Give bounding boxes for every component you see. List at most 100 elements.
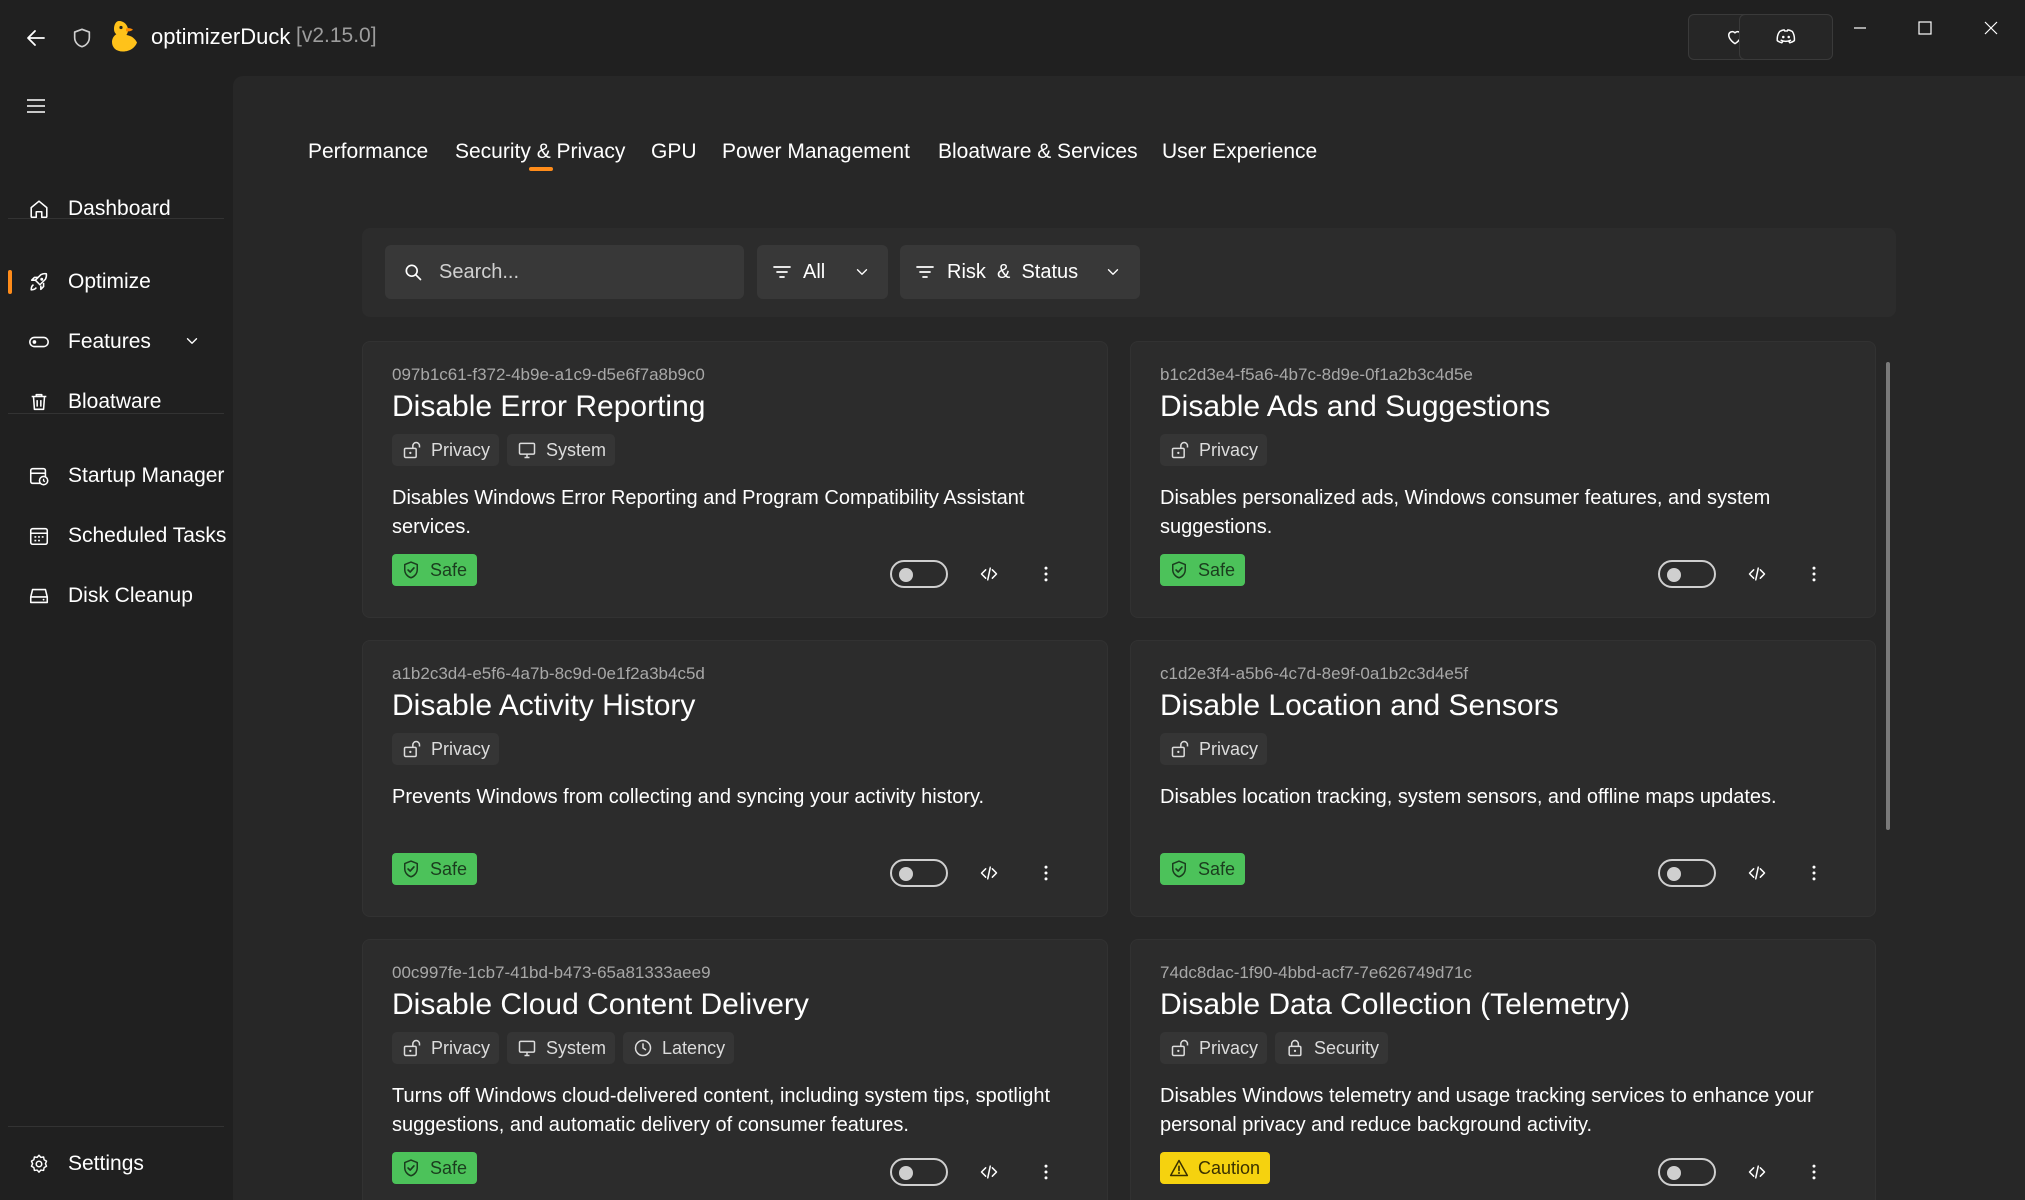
chevron-down-icon [1104,263,1122,281]
back-button[interactable] [20,22,52,54]
trash-icon [26,389,52,415]
sidebar-item-disk-cleanup[interactable]: Disk Cleanup [0,570,233,622]
tag-system: System [507,434,616,466]
tab-security-privacy[interactable]: Security & Privacy [455,140,625,164]
view-code-button[interactable] [973,857,1005,889]
more-options-button[interactable] [1798,1156,1830,1188]
tab-power-management[interactable]: Power Management [722,140,910,164]
warning-icon [1169,1158,1189,1178]
chevron-down-icon[interactable] [183,332,201,350]
sidebar-item-dashboard[interactable]: Dashboard [0,183,233,235]
tweak-card: c1d2e3f4-a5b6-4c7d-8e9f-0a1b2c3d4e5f Dis… [1130,640,1876,917]
gear-icon [26,1151,52,1177]
tweak-description: Disables location tracking, system senso… [1160,786,1777,808]
status-badge-safe: Safe [392,554,478,586]
sidebar-item-label: Bloatware [68,390,162,413]
sidebar-item-optimize[interactable]: Optimize [0,256,233,308]
tweak-id: 00c997fe-1cb7-41bd-b473-65a81333aee9 [392,963,711,982]
safe-shield-icon [401,1158,421,1178]
filter-icon [916,264,934,280]
vertical-scrollbar[interactable] [1886,362,1890,830]
community-button[interactable] [1739,14,1833,60]
sidebar-item-label: Scheduled Tasks [68,524,227,547]
tab-user-experience[interactable]: User Experience [1162,140,1317,164]
tag-list: Privacy System Latency [392,1032,735,1064]
tab-bloatware-services[interactable]: Bloatware & Services [938,140,1138,164]
tweak-description: Disables personalized ads, Windows consu… [1160,487,1771,538]
tweak-title: Disable Ads and Suggestions [1160,390,1551,423]
tweak-toggle[interactable] [890,560,948,588]
active-tab-indicator [529,167,553,171]
search-input[interactable]: Search... [385,245,744,299]
category-filter-dropdown[interactable]: All [757,245,888,299]
view-code-button[interactable] [1741,1156,1773,1188]
tweak-toggle[interactable] [890,1158,948,1186]
tag-label: Security [1314,1037,1380,1058]
calendar-icon [26,523,52,549]
tweak-title: Disable Data Collection (Telemetry) [1160,988,1631,1021]
category-filter-value: All [803,261,826,283]
tab-performance[interactable]: Performance [308,140,428,164]
tag-label: Privacy [431,1037,491,1058]
more-options-button[interactable] [1798,857,1830,889]
sidebar-item-settings[interactable]: Settings [0,1138,233,1190]
code-icon [979,1162,999,1182]
view-code-button[interactable] [1741,558,1773,590]
privacy-icon [1170,739,1190,759]
tweak-toggle[interactable] [1658,560,1716,588]
view-code-button[interactable] [973,1156,1005,1188]
more-vertical-icon [1036,1162,1056,1182]
code-icon [979,863,999,883]
code-icon [1747,863,1767,883]
more-options-button[interactable] [1030,558,1062,590]
sidebar-item-bloatware[interactable]: Bloatware [0,376,233,428]
code-icon [1747,1162,1767,1182]
tweak-card: a1b2c3d4-e5f6-4a7b-8c9d-0e1f2a3b4c5d Dis… [362,640,1108,917]
tag-privacy: Privacy [392,1032,500,1064]
safe-shield-icon [401,859,421,879]
tweak-toggle[interactable] [1658,859,1716,887]
tag-label: Latency [662,1037,726,1058]
more-options-button[interactable] [1030,1156,1062,1188]
risk-status-filter-dropdown[interactable]: Risk & Status [900,245,1140,299]
sidebar-item-label: Startup Manager [68,464,225,487]
tweak-card: 00c997fe-1cb7-41bd-b473-65a81333aee9 Dis… [362,939,1108,1200]
tag-privacy: Privacy [1160,434,1268,466]
tweak-card: b1c2d3e4-f5a6-4b7c-8d9e-0f1a2b3c4d5e Dis… [1130,341,1876,618]
tweak-toggle[interactable] [1658,1158,1716,1186]
sidebar-item-startup-manager[interactable]: Startup Manager [0,450,233,502]
toggle-icon [26,329,52,355]
more-options-button[interactable] [1798,558,1830,590]
more-vertical-icon [1804,564,1824,584]
sidebar-divider [8,413,224,414]
lock-icon [1285,1038,1305,1058]
sidebar-item-features[interactable]: Features [0,316,233,368]
maximize-button[interactable] [1896,8,1954,48]
tag-label: Privacy [1199,738,1259,759]
startup-icon [26,463,52,489]
sidebar-item-scheduled-tasks[interactable]: Scheduled Tasks [0,510,233,562]
view-code-button[interactable] [973,558,1005,590]
tweak-description: Disables Windows Error Reporting and Pro… [392,487,1025,538]
hamburger-menu-button[interactable] [24,94,52,122]
tweak-toggle[interactable] [890,859,948,887]
tag-security: Security [1275,1032,1389,1064]
monitor-icon [517,440,537,460]
status-badge-label: Safe [430,858,468,879]
tab-gpu[interactable]: GPU [651,140,697,164]
more-options-button[interactable] [1030,857,1062,889]
disk-icon [26,583,52,609]
tweak-card: 097b1c61-f372-4b9e-a1c9-d5e6f7a8b9c0 Dis… [362,341,1108,618]
sidebar-item-label: Optimize [68,270,151,293]
tag-privacy: Privacy [392,434,500,466]
status-badge-label: Safe [1198,858,1236,879]
tag-label: Privacy [431,738,491,759]
sidebar-item-label: Disk Cleanup [68,584,193,607]
more-vertical-icon [1804,863,1824,883]
view-code-button[interactable] [1741,857,1773,889]
close-button[interactable] [1962,8,2020,48]
tweak-description: Prevents Windows from collecting and syn… [392,786,985,808]
status-badge-label: Safe [430,559,468,580]
minimize-button[interactable] [1831,8,1889,48]
risk-status-filter-value: Risk & Status [947,261,1079,283]
